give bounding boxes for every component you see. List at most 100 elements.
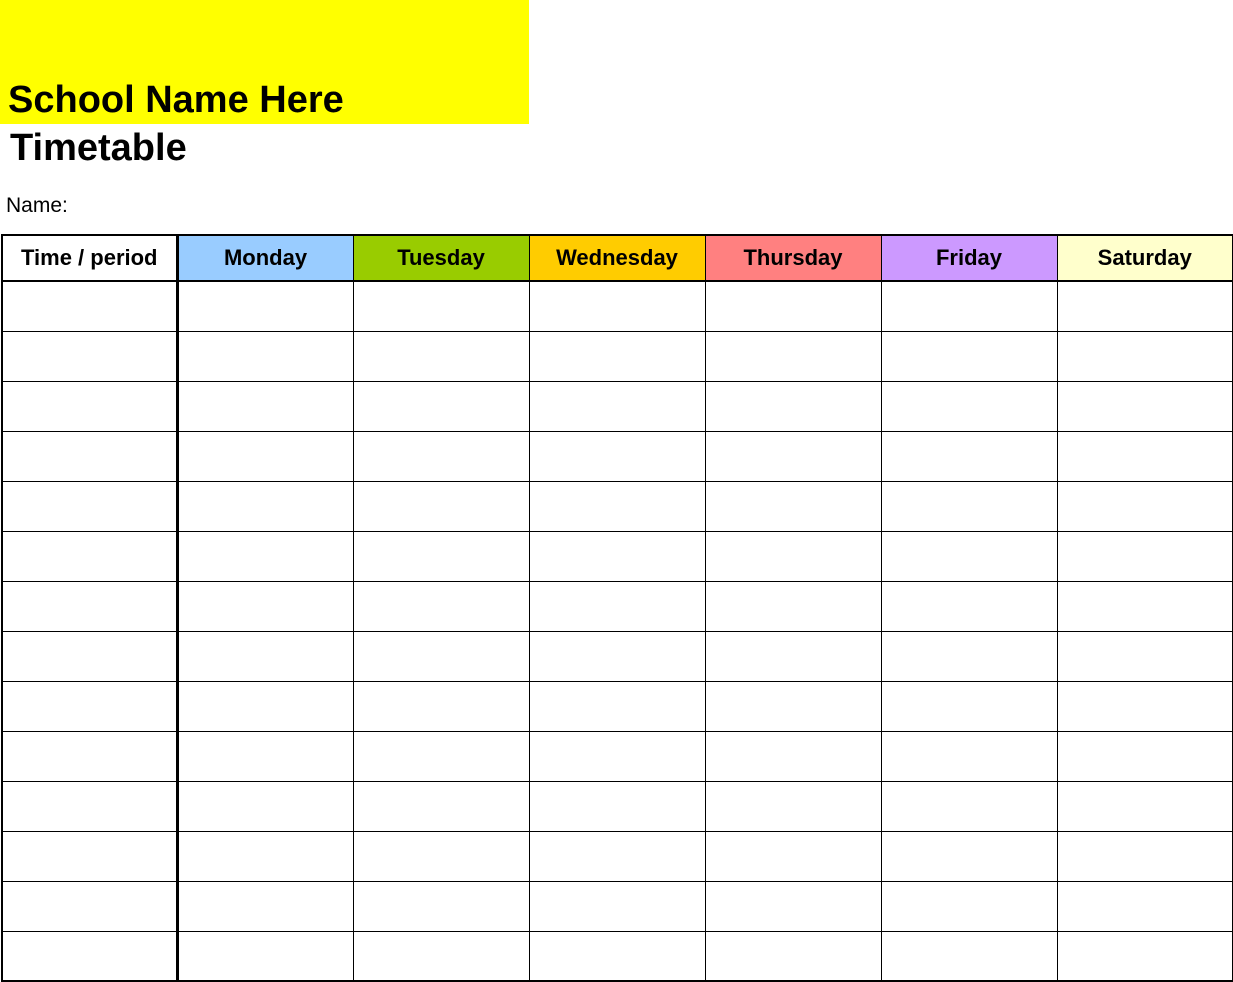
timetable-cell[interactable] [704, 430, 882, 482]
timetable-cell[interactable] [704, 480, 882, 532]
time-period-cell[interactable] [1, 530, 179, 582]
time-period-cell[interactable] [1, 480, 179, 532]
timetable-cell[interactable] [880, 630, 1058, 682]
timetable-cell[interactable] [176, 380, 354, 432]
timetable-cell[interactable] [352, 580, 530, 632]
timetable-cell[interactable] [880, 480, 1058, 532]
timetable-cell[interactable] [352, 630, 530, 682]
timetable-cell[interactable] [528, 280, 706, 332]
timetable-cell[interactable] [880, 330, 1058, 382]
timetable-cell[interactable] [880, 380, 1058, 432]
timetable-cell[interactable] [1056, 880, 1233, 932]
timetable-cell[interactable] [704, 630, 882, 682]
timetable-cell[interactable] [352, 330, 530, 382]
time-period-cell[interactable] [1, 880, 179, 932]
timetable-cell[interactable] [176, 780, 354, 832]
timetable-cell[interactable] [352, 730, 530, 782]
day-header-thursday: Thursday [704, 234, 882, 282]
timetable-cell[interactable] [528, 430, 706, 482]
timetable-cell[interactable] [176, 330, 354, 382]
timetable-cell[interactable] [880, 580, 1058, 632]
timetable-cell[interactable] [1056, 480, 1233, 532]
timetable-cell[interactable] [528, 380, 706, 432]
timetable-cell[interactable] [704, 730, 882, 782]
timetable-cell[interactable] [880, 830, 1058, 882]
timetable-cell[interactable] [176, 880, 354, 932]
timetable-cell[interactable] [528, 480, 706, 532]
timetable-cell[interactable] [1056, 330, 1233, 382]
timetable-cell[interactable] [704, 380, 882, 432]
timetable-cell[interactable] [880, 530, 1058, 582]
timetable-cell[interactable] [528, 730, 706, 782]
timetable-cell[interactable] [352, 880, 530, 932]
timetable-cell[interactable] [704, 330, 882, 382]
timetable-cell[interactable] [176, 680, 354, 732]
timetable-cell[interactable] [352, 380, 530, 432]
time-period-cell[interactable] [1, 330, 179, 382]
timetable-cell[interactable] [528, 780, 706, 832]
timetable-cell[interactable] [1056, 680, 1233, 732]
timetable-cell[interactable] [176, 580, 354, 632]
timetable-cell[interactable] [528, 330, 706, 382]
timetable-cell[interactable] [352, 830, 530, 882]
time-period-cell[interactable] [1, 730, 179, 782]
timetable-cell[interactable] [880, 930, 1058, 982]
timetable-cell[interactable] [704, 530, 882, 582]
timetable-cell[interactable] [1056, 630, 1233, 682]
timetable-cell[interactable] [1056, 580, 1233, 632]
timetable-cell[interactable] [528, 680, 706, 732]
timetable-cell[interactable] [528, 580, 706, 632]
time-period-cell[interactable] [1, 930, 179, 982]
time-period-cell[interactable] [1, 630, 179, 682]
time-period-cell[interactable] [1, 780, 179, 832]
timetable-cell[interactable] [1056, 280, 1233, 332]
timetable-cell[interactable] [1056, 730, 1233, 782]
time-period-cell[interactable] [1, 280, 179, 332]
time-period-cell[interactable] [1, 430, 179, 482]
timetable-cell[interactable] [352, 930, 530, 982]
timetable-cell[interactable] [880, 680, 1058, 732]
table-row [1, 780, 1233, 832]
timetable-cell[interactable] [1056, 530, 1233, 582]
timetable-cell[interactable] [176, 830, 354, 882]
timetable-cell[interactable] [1056, 430, 1233, 482]
timetable-cell[interactable] [528, 830, 706, 882]
timetable-cell[interactable] [704, 280, 882, 332]
timetable-cell[interactable] [352, 680, 530, 732]
timetable-cell[interactable] [176, 730, 354, 782]
timetable-cell[interactable] [880, 280, 1058, 332]
timetable-cell[interactable] [352, 280, 530, 332]
timetable-cell[interactable] [176, 430, 354, 482]
timetable-cell[interactable] [352, 530, 530, 582]
timetable-cell[interactable] [176, 530, 354, 582]
timetable-cell[interactable] [880, 730, 1058, 782]
time-period-cell[interactable] [1, 830, 179, 882]
time-period-cell[interactable] [1, 380, 179, 432]
timetable-cell[interactable] [352, 430, 530, 482]
timetable-cell[interactable] [528, 530, 706, 582]
timetable-cell[interactable] [528, 630, 706, 682]
timetable-cell[interactable] [880, 430, 1058, 482]
timetable-cell[interactable] [704, 830, 882, 882]
time-period-cell[interactable] [1, 580, 179, 632]
timetable-cell[interactable] [704, 930, 882, 982]
timetable-cell[interactable] [880, 780, 1058, 832]
timetable-cell[interactable] [176, 280, 354, 332]
timetable-cell[interactable] [1056, 830, 1233, 882]
timetable-cell[interactable] [176, 480, 354, 532]
timetable-cell[interactable] [176, 930, 354, 982]
timetable-cell[interactable] [704, 780, 882, 832]
timetable-cell[interactable] [176, 630, 354, 682]
timetable-cell[interactable] [880, 880, 1058, 932]
timetable-cell[interactable] [528, 930, 706, 982]
timetable-cell[interactable] [1056, 380, 1233, 432]
timetable-cell[interactable] [528, 880, 706, 932]
timetable-cell[interactable] [704, 680, 882, 732]
time-period-cell[interactable] [1, 680, 179, 732]
timetable-cell[interactable] [1056, 930, 1233, 982]
timetable-cell[interactable] [1056, 780, 1233, 832]
timetable-cell[interactable] [352, 780, 530, 832]
timetable-cell[interactable] [704, 580, 882, 632]
timetable-cell[interactable] [704, 880, 882, 932]
timetable-cell[interactable] [352, 480, 530, 532]
